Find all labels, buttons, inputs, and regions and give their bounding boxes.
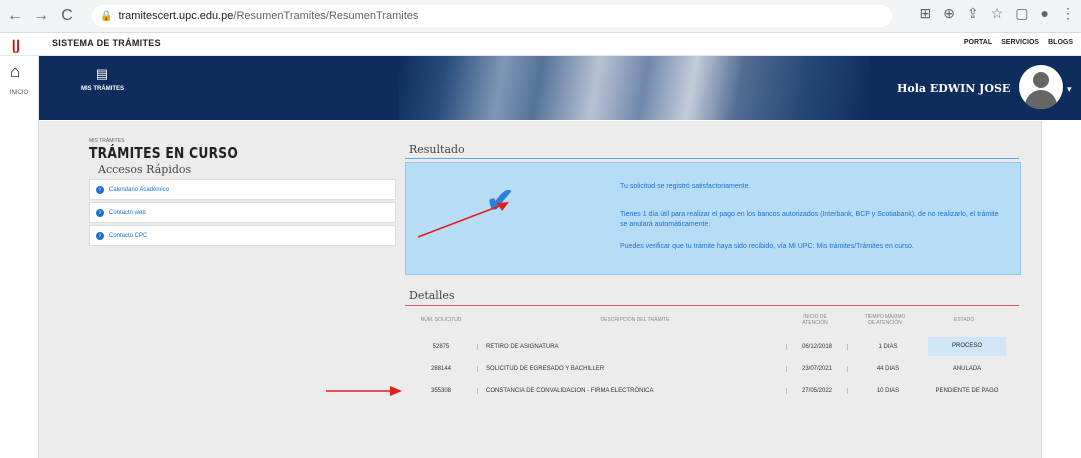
annotation-arrow-result <box>417 202 509 238</box>
browser-actions: ⊞ ⊕ ⇪ ☆ ▢ ● ⋮ <box>920 5 1075 22</box>
tab-icon[interactable]: ▢ <box>1015 5 1028 22</box>
arrow-circle-icon: › <box>96 185 104 194</box>
left-rail: ⌂ INICIO <box>0 56 39 458</box>
browser-toolbar: ← → C 🔒 tramitescert.upc.edu.pe /Resumen… <box>0 0 1081 33</box>
arrow-circle-icon: › <box>96 208 104 217</box>
row-desc: SOLICITUD DE EGRESADO Y BACHILLER <box>477 365 786 372</box>
my-tramites-label[interactable]: MIS TRÁMITES <box>81 86 124 92</box>
row-num: 52875 <box>432 343 450 350</box>
avatar-head <box>1033 72 1049 88</box>
document-icon[interactable]: ▤ <box>95 66 109 81</box>
quick-link-contacto-cpc[interactable]: › Contacto CPC <box>89 225 396 246</box>
url-host: tramitescert.upc.edu.pe <box>118 10 234 22</box>
upc-logo-icon[interactable]: ᥩ <box>8 36 24 52</box>
chevron-down-icon[interactable]: ▾ <box>1067 84 1072 95</box>
home-label[interactable]: INICIO <box>0 90 38 96</box>
link-servicios[interactable]: SERVICIOS <box>1001 39 1039 46</box>
share-icon[interactable]: ⇪ <box>967 5 979 22</box>
row-inicio: 23/07/2021 <box>786 365 847 372</box>
reload-icon[interactable]: C <box>56 5 78 27</box>
col-header-desc: DESCRIPCIÓN DEL TRÁMITE <box>600 317 670 323</box>
table-row[interactable]: 288144 SOLICITUD DE EGRESADO Y BACHILLER… <box>405 358 1019 379</box>
row-num: 355308 <box>430 387 452 394</box>
quick-access-title: Accesos Rápidos <box>98 163 192 176</box>
quick-link-calendario[interactable]: › Calendario Académico <box>89 179 396 200</box>
row-tiempo: 10 DIAS <box>847 387 928 394</box>
address-bar[interactable]: 🔒 tramitescert.upc.edu.pe /ResumenTramit… <box>92 5 892 27</box>
table-row[interactable]: 355308 CONSTANCIA DE CONVALIDACION - FIR… <box>405 380 1019 401</box>
table-row[interactable]: 52875 RETIRO DE ASIGNATURA 06/12/2018 1 … <box>405 336 1019 357</box>
col-header-num: NÚM. SOLICITUD <box>420 317 462 323</box>
row-num: 288144 <box>430 365 452 372</box>
main-content: MIS TRÁMITES TRÁMITES EN CURSO Accesos R… <box>39 121 1042 458</box>
avatar-body <box>1025 90 1057 109</box>
menu-icon[interactable]: ⋮ <box>1061 5 1075 22</box>
row-tiempo: 44 DIAS <box>847 365 928 372</box>
right-margin <box>1042 121 1081 458</box>
bookmark-star-icon[interactable]: ☆ <box>991 5 1004 22</box>
zoom-icon[interactable]: ⊕ <box>943 5 955 22</box>
link-blogs[interactable]: BLOGS <box>1048 39 1073 46</box>
result-divider <box>405 158 1019 159</box>
col-header-estado: ESTADO <box>953 317 975 323</box>
page-title: TRÁMITES EN CURSO <box>89 144 239 162</box>
details-title: Detalles <box>409 289 455 302</box>
col-header-inicio: INICIO DE ATENCIÓN <box>785 314 845 326</box>
home-icon[interactable]: ⌂ <box>10 62 20 82</box>
back-icon[interactable]: ← <box>4 5 26 27</box>
forward-icon[interactable]: → <box>30 5 52 27</box>
row-desc: CONSTANCIA DE CONVALIDACION - FIRMA ELEC… <box>477 387 786 394</box>
col-header-tiempo-line2: DE ATENCIÓN <box>868 320 902 326</box>
result-title: Resultado <box>409 143 465 156</box>
result-message-verify: Puedes verificar que tu trámite haya sid… <box>620 243 914 250</box>
app-header: ᥩ SISTEMA DE TRÁMITES PORTAL SERVICIOS B… <box>0 33 1081 56</box>
top-links: PORTAL SERVICIOS BLOGS <box>964 39 1073 46</box>
table-header: NÚM. SOLICITUD DESCRIPCIÓN DEL TRÁMITE I… <box>405 308 1019 332</box>
header-banner: ▤ MIS TRÁMITES Hola EDWIN JOSE ▾ <box>39 56 1081 120</box>
profile-icon[interactable]: ● <box>1041 5 1049 22</box>
row-inicio: 06/12/2018 <box>786 343 847 350</box>
result-message-success: Tu solicitud se registró satisfactoriame… <box>620 183 751 190</box>
user-greeting: Hola EDWIN JOSE <box>897 82 1011 95</box>
quick-link-label: Contacto CPC <box>109 232 148 239</box>
link-portal[interactable]: PORTAL <box>964 39 992 46</box>
translate-icon[interactable]: ⊞ <box>920 5 932 22</box>
url-path: /ResumenTramites/ResumenTramites <box>233 10 419 22</box>
col-header-tiempo: TIEMPO MÁXIMO DE ATENCIÓN <box>845 314 925 326</box>
result-message-payment: Tienes 1 día útil para realizar el pago … <box>620 211 999 218</box>
avatar[interactable] <box>1019 65 1063 109</box>
status-badge: ANULADA <box>952 365 982 372</box>
details-divider <box>405 305 1019 306</box>
system-title: SISTEMA DE TRÁMITES <box>52 38 161 48</box>
row-inicio: 27/05/2022 <box>786 387 847 394</box>
annotation-arrow-row <box>326 386 402 396</box>
quick-link-label: Calendario Académico <box>109 186 170 193</box>
status-badge: PENDIENTE DE PAGO <box>935 387 999 394</box>
lock-icon: 🔒 <box>100 10 113 22</box>
row-desc: RETIRO DE ASIGNATURA <box>477 343 786 350</box>
col-header-inicio-line2: ATENCIÓN <box>802 320 828 326</box>
quick-link-label: Contacto web <box>109 209 146 216</box>
status-badge: PROCESO <box>928 337 1006 356</box>
result-message-payment-cont: se anulará automáticamente. <box>620 221 711 228</box>
row-tiempo: 1 DIAS <box>847 343 928 350</box>
arrow-circle-icon: › <box>96 231 104 240</box>
quick-link-contacto-web[interactable]: › Contacto web <box>89 202 396 223</box>
banner-photo <box>399 56 869 120</box>
